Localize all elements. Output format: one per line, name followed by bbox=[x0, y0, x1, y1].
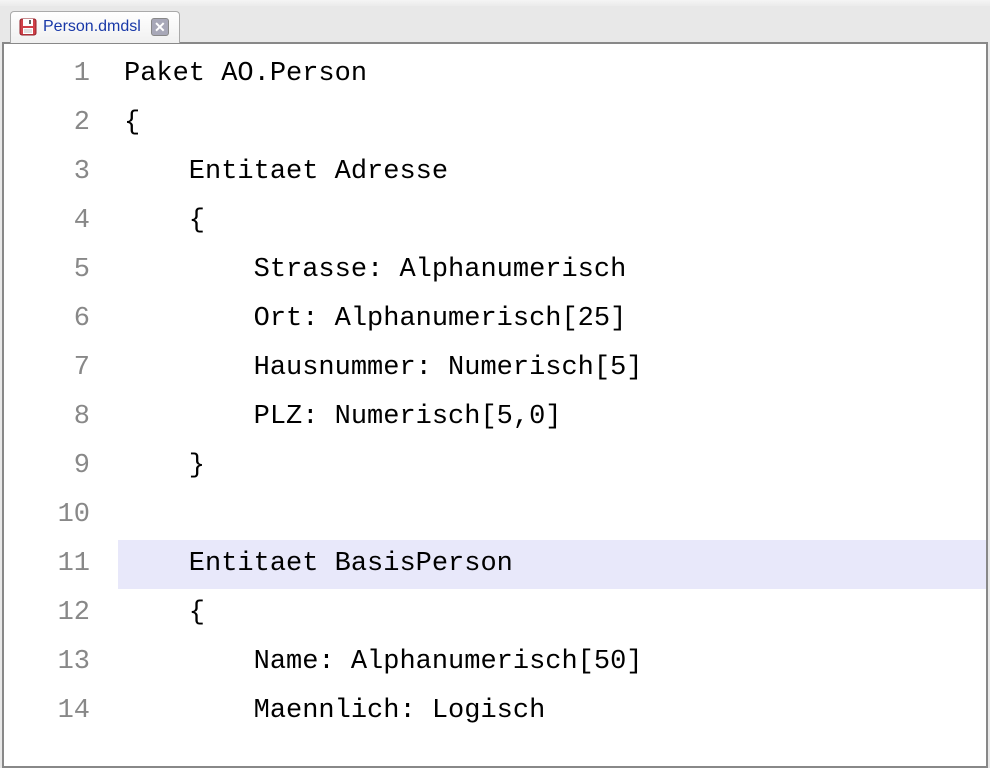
code-line: PLZ: Numerisch[5,0] bbox=[118, 393, 986, 442]
line-number: 5 bbox=[4, 246, 90, 295]
line-number: 11 bbox=[4, 540, 90, 589]
line-number: 9 bbox=[4, 442, 90, 491]
code-line: { bbox=[118, 589, 986, 638]
code-line: Name: Alphanumerisch[50] bbox=[118, 638, 986, 687]
line-number: 8 bbox=[4, 393, 90, 442]
code-line: { bbox=[118, 99, 986, 148]
line-number: 2 bbox=[4, 99, 90, 148]
line-number: 1 bbox=[4, 50, 90, 99]
code-line: Ort: Alphanumerisch[25] bbox=[118, 295, 986, 344]
code-line: { bbox=[118, 197, 986, 246]
code-line: Hausnummer: Numerisch[5] bbox=[118, 344, 986, 393]
code-area[interactable]: Paket AO.Person { Entitaet Adresse { Str… bbox=[118, 44, 986, 766]
code-line: Strasse: Alphanumerisch bbox=[118, 246, 986, 295]
editor-pane: 1 2 3 4 5 6 7 8 9 10 11 12 13 14 Paket A… bbox=[2, 42, 988, 768]
close-icon: ✕ bbox=[154, 20, 166, 34]
tab-close-button[interactable]: ✕ bbox=[151, 18, 169, 36]
code-line: } bbox=[118, 442, 986, 491]
save-file-icon bbox=[19, 18, 37, 36]
editor-tab[interactable]: Person.dmdsl ✕ bbox=[10, 11, 180, 43]
line-number: 14 bbox=[4, 687, 90, 736]
line-number-gutter: 1 2 3 4 5 6 7 8 9 10 11 12 13 14 bbox=[4, 44, 102, 766]
tab-bar: Person.dmdsl ✕ bbox=[0, 6, 990, 42]
line-number: 12 bbox=[4, 589, 90, 638]
line-number: 10 bbox=[4, 491, 90, 540]
code-line: Entitaet Adresse bbox=[118, 148, 986, 197]
line-number: 3 bbox=[4, 148, 90, 197]
line-number: 6 bbox=[4, 295, 90, 344]
code-editor[interactable]: 1 2 3 4 5 6 7 8 9 10 11 12 13 14 Paket A… bbox=[4, 44, 986, 766]
line-number: 13 bbox=[4, 638, 90, 687]
fold-gutter bbox=[102, 44, 118, 766]
code-line: Maennlich: Logisch bbox=[118, 687, 986, 736]
code-line: Paket AO.Person bbox=[118, 50, 986, 99]
code-line-highlighted: Entitaet BasisPerson bbox=[118, 540, 986, 589]
line-number: 4 bbox=[4, 197, 90, 246]
tab-filename: Person.dmdsl bbox=[43, 18, 141, 36]
code-line bbox=[118, 491, 986, 540]
line-number: 7 bbox=[4, 344, 90, 393]
